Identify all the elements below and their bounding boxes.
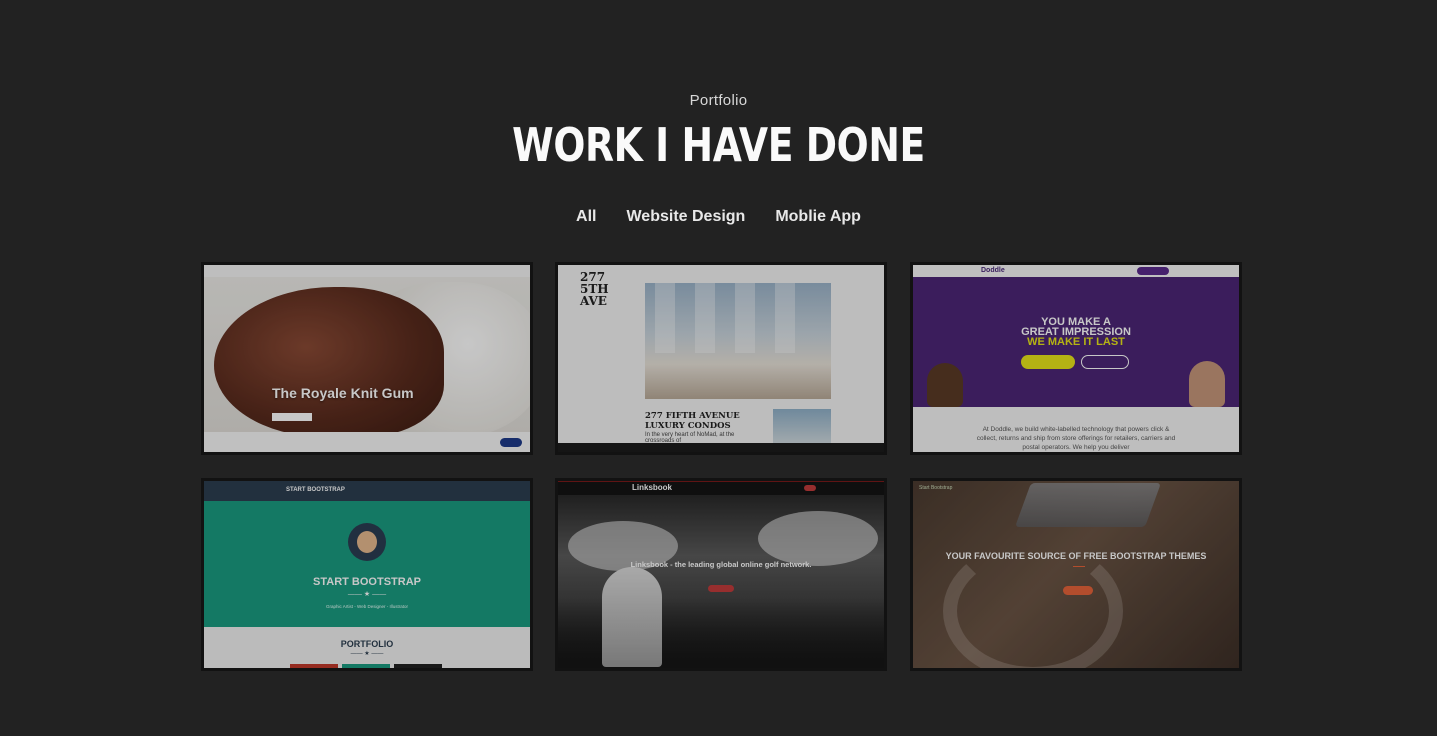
thumb-heading: START BOOTSTRAP: [313, 576, 421, 588]
thumb-bottom-bar: [558, 443, 884, 452]
thumb-divider: [1073, 566, 1085, 567]
thumb-brand: START BOOTSTRAP: [286, 487, 345, 493]
building-photo: [773, 409, 831, 443]
thumb-heading: YOU MAKE A GREAT IMPRESSION WE MAKE IT L…: [1021, 316, 1131, 348]
person-photo: [927, 363, 963, 407]
thumb-secondary-button: [1081, 355, 1129, 369]
portfolio-thumbnail: Start Bootstrap YOUR FAVOURITE SOURCE OF…: [913, 481, 1239, 668]
avatar: [348, 523, 386, 561]
portfolio-item-royale-knit-gum[interactable]: The Royale Knit Gum: [201, 262, 533, 455]
star-icon: —— ★ ——: [347, 591, 387, 598]
thumb-hero: [204, 277, 530, 437]
portfolio-item-linksbook[interactable]: Linksbook Linksbook - the leading global…: [555, 478, 887, 671]
thumb-button: [708, 585, 734, 592]
filter-mobile-app[interactable]: Moblie App: [775, 208, 861, 226]
portfolio-thumbnail: Doddle YOU MAKE A GREAT IMPRESSION WE MA…: [913, 265, 1239, 452]
thumb-nav-button: [1137, 267, 1169, 275]
thumb-button: [272, 413, 312, 421]
thumb-heading: 277 FIFTH AVENUE LUXURY CONDOS: [645, 411, 740, 431]
portfolio-item-277-fifth-ave[interactable]: 277 5TH AVE 277 FIFTH AVENUE LUXURY COND…: [555, 262, 887, 455]
thumb-logo: Linksbook: [632, 483, 673, 492]
thumb-primary-button: [1021, 355, 1075, 369]
thumb-nav-button: [804, 485, 816, 491]
portfolio-thumbnail: START BOOTSTRAP START BOOTSTRAP —— ★ —— …: [204, 481, 530, 668]
thumb-body-text: At Doddle, we build white-labelled techn…: [976, 426, 1176, 451]
thumb-section-title: PORTFOLIO: [340, 639, 394, 649]
portfolio-item-start-bootstrap[interactable]: START BOOTSTRAP START BOOTSTRAP —— ★ —— …: [201, 478, 533, 671]
thumb-button: [1063, 586, 1093, 595]
thumb-heading: YOUR FAVOURITE SOURCE OF FREE BOOTSTRAP …: [945, 551, 1207, 561]
filter-website-design[interactable]: Website Design: [626, 208, 745, 226]
leather-heel-image: [214, 287, 444, 437]
filter-all[interactable]: All: [576, 208, 596, 226]
laptop-photo: [1014, 483, 1162, 527]
portfolio-thumbnail: The Royale Knit Gum: [204, 265, 530, 452]
thumb-tiles: [290, 664, 442, 668]
thumb-heading: Linksbook - the leading global online go…: [630, 560, 812, 569]
portfolio-thumbnail: 277 5TH AVE 277 FIFTH AVENUE LUXURY COND…: [558, 265, 884, 452]
thumb-pill: [500, 438, 522, 447]
portfolio-thumbnail: Linksbook Linksbook - the leading global…: [558, 481, 884, 668]
section-eyebrow: Portfolio: [689, 92, 748, 109]
thumb-navbar: [204, 265, 530, 277]
interior-photo: [645, 283, 831, 399]
thumb-tagline: Graphic Artist - Web Designer - Illustra…: [326, 604, 408, 609]
thumb-logo: Doddle: [981, 267, 1005, 274]
person-photo: [1189, 361, 1225, 407]
star-icon: —— ★ ——: [350, 651, 384, 657]
thumb-logo: 277 5TH AVE: [580, 270, 609, 308]
thumb-hero: YOU MAKE A GREAT IMPRESSION WE MAKE IT L…: [913, 277, 1239, 407]
portfolio-filters: All Website Design Moblie App: [0, 208, 1437, 226]
thumb-navbar: [558, 481, 884, 495]
section-title: WORK I HAVE DONE: [512, 118, 925, 172]
thumb-navbar: [204, 481, 530, 501]
thumb-footer: [204, 432, 530, 452]
portfolio-item-doddle[interactable]: Doddle YOU MAKE A GREAT IMPRESSION WE MA…: [910, 262, 1242, 455]
golfer-photo: [602, 567, 662, 667]
thumb-brand: Start Bootstrap: [919, 485, 953, 491]
thumb-heading: The Royale Knit Gum: [272, 385, 414, 401]
portfolio-item-free-bootstrap-themes[interactable]: Start Bootstrap YOUR FAVOURITE SOURCE OF…: [910, 478, 1242, 671]
thumb-navbar: [913, 265, 1239, 277]
